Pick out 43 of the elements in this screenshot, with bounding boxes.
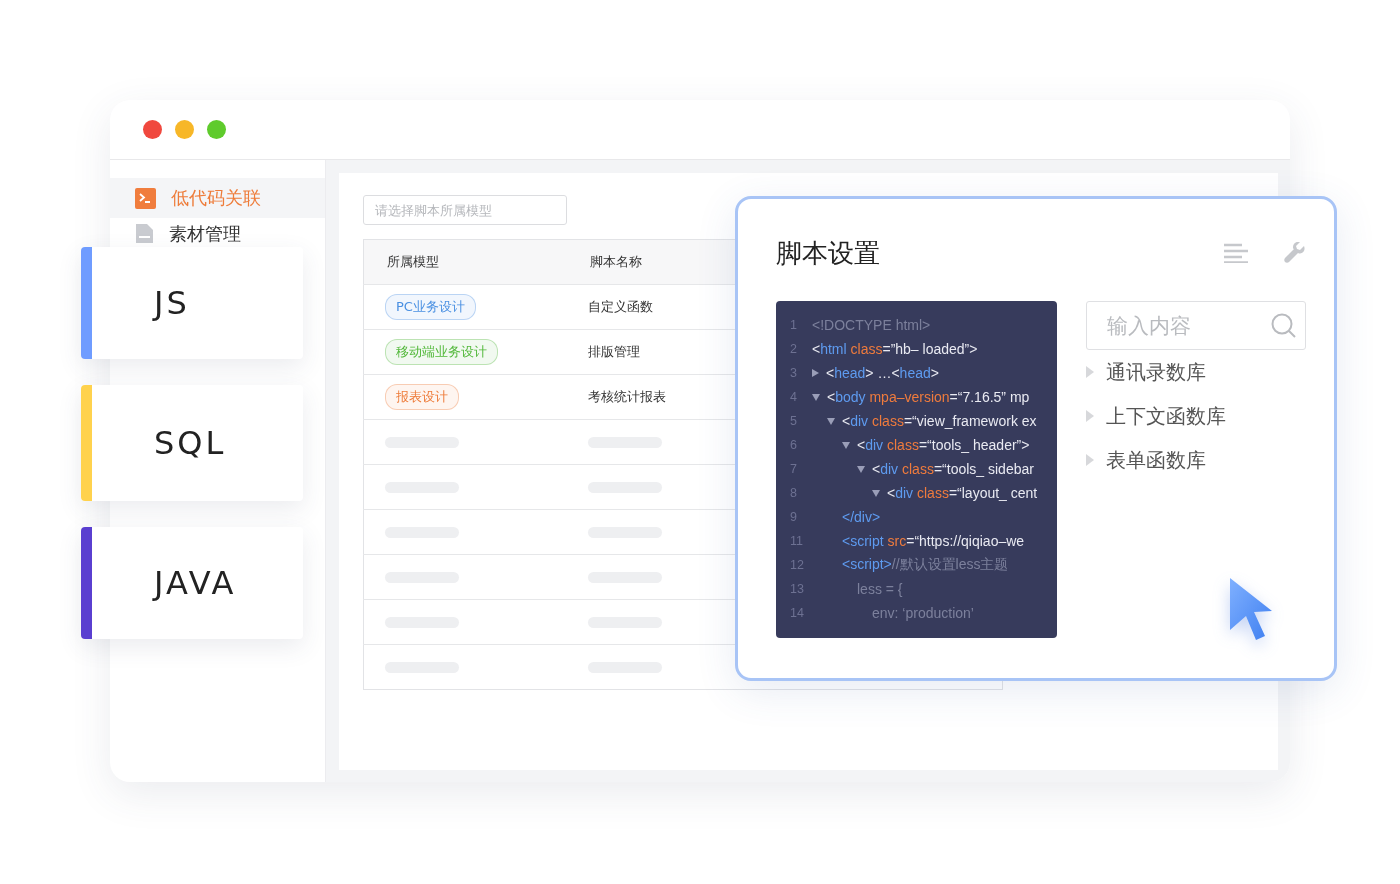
expanded-arrow-icon[interactable] (872, 489, 880, 497)
language-card[interactable]: SQL (81, 385, 303, 501)
code-line: <html class=”hb– loaded”> (812, 341, 978, 357)
language-card[interactable]: JAVA (81, 527, 303, 639)
model-select-field[interactable]: 请选择脚本所属模型 (363, 195, 567, 225)
search-field[interactable]: 输入内容 (1085, 301, 1306, 350)
model-tag: 报表设计 (385, 384, 459, 410)
language-card[interactable]: JS (81, 247, 303, 359)
code-line: <div class=“tools_ header”> (857, 437, 1030, 453)
document-icon (135, 223, 154, 244)
expand-arrow-icon[interactable] (1085, 410, 1094, 422)
code-line: <div class=“layout_ cent (887, 485, 1038, 501)
dialog-title: 脚本设置 (776, 236, 881, 270)
wrench-icon[interactable] (1284, 242, 1306, 264)
close-button[interactable] (143, 120, 162, 139)
language-label: JAVA (154, 564, 237, 602)
expanded-arrow-icon[interactable] (827, 417, 835, 425)
library-item[interactable]: 上下文函数库 (1085, 394, 1306, 438)
model-tag: 移动端业务设计 (385, 339, 498, 365)
code-line: </div> (842, 509, 881, 525)
code-line: <script src=“https://qiqiao–we (842, 533, 1025, 549)
library-item[interactable]: 通讯录数库 (1085, 350, 1306, 394)
expand-arrow-icon[interactable] (1085, 366, 1094, 378)
code-line: <script>//默认设置less主题 (842, 556, 1009, 574)
expanded-arrow-icon[interactable] (857, 465, 865, 473)
code-line: env: ‘production’ (872, 605, 974, 621)
sidebar-item[interactable]: 素材管理 (110, 218, 325, 247)
minimize-button[interactable] (175, 120, 194, 139)
expanded-arrow-icon[interactable] (842, 441, 850, 449)
collapsed-arrow-icon[interactable] (812, 369, 819, 377)
code-line: <div class=“tools_ sidebar (872, 461, 1034, 477)
language-label: SQL (154, 424, 227, 462)
library-item[interactable]: 表单函数库 (1085, 438, 1306, 482)
search-icon[interactable] (1271, 313, 1296, 338)
align-icon[interactable] (1224, 243, 1248, 263)
code-line: less = { (857, 581, 903, 597)
terminal-icon (135, 187, 156, 209)
column-header: 所属模型 (363, 239, 567, 285)
maximize-button[interactable] (207, 120, 226, 139)
expand-arrow-icon[interactable] (1085, 454, 1094, 466)
model-tag: PC业务设计 (385, 294, 476, 320)
expanded-arrow-icon[interactable] (812, 393, 820, 401)
language-label: JS (154, 284, 190, 322)
